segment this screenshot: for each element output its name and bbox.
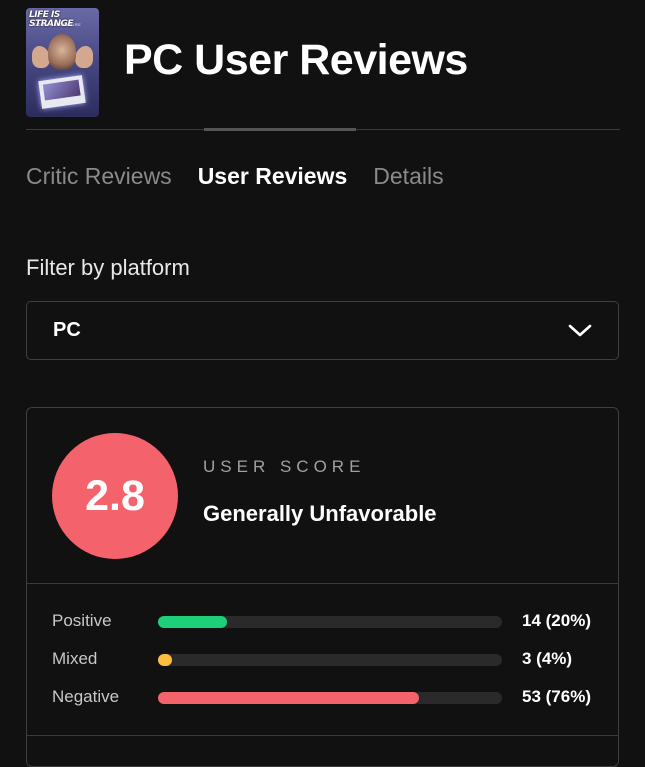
- page-title: PC User Reviews: [124, 36, 468, 84]
- distribution-bar-track: [158, 654, 502, 666]
- user-score-card: 2.8 USER SCORE Generally Unfavorable Pos…: [26, 407, 619, 767]
- cover-photo: [38, 75, 86, 109]
- distribution-bar-fill: [158, 654, 172, 666]
- distribution-count: 3 (4%): [522, 649, 573, 668]
- distribution-count: 14 (20%): [522, 611, 591, 630]
- score-label: USER SCORE: [203, 457, 366, 476]
- distribution-bar-track: [158, 616, 502, 628]
- distribution-row-mixed: Mixed 3 (4%): [52, 647, 597, 671]
- distribution-label: Positive: [52, 611, 112, 630]
- game-logo-subtitle: DOUBLE EXPOSURE: [34, 22, 82, 27]
- distribution-bar-fill: [158, 692, 419, 704]
- score-badge: 2.8: [52, 433, 178, 559]
- filter-label: Filter by platform: [26, 255, 190, 280]
- distribution-bar-track: [158, 692, 502, 704]
- tab-user-reviews[interactable]: User Reviews: [198, 162, 348, 190]
- distribution-label: Mixed: [52, 649, 98, 668]
- cover-hand-right: [75, 46, 93, 68]
- distribution-bar-fill: [158, 616, 227, 628]
- platform-select[interactable]: PC: [26, 301, 619, 360]
- cover-character: [48, 34, 76, 70]
- distribution-row-positive: Positive 14 (20%): [52, 609, 597, 633]
- review-tabs: Critic Reviews User Reviews Details: [26, 162, 470, 190]
- tab-details[interactable]: Details: [373, 162, 443, 190]
- distribution-label: Negative: [52, 687, 120, 706]
- distribution-count: 53 (76%): [522, 687, 591, 706]
- tab-critic-reviews[interactable]: Critic Reviews: [26, 162, 172, 190]
- card-divider: [27, 735, 618, 736]
- chevron-down-icon: [568, 324, 592, 338]
- distribution-row-negative: Negative 53 (76%): [52, 685, 597, 709]
- platform-select-value: PC: [53, 319, 81, 341]
- game-cover-image[interactable]: LIFE IS STRANGE DOUBLE EXPOSURE: [26, 8, 99, 117]
- active-tab-indicator: [204, 128, 356, 131]
- score-description: Generally Unfavorable: [203, 501, 437, 526]
- card-divider: [27, 583, 618, 584]
